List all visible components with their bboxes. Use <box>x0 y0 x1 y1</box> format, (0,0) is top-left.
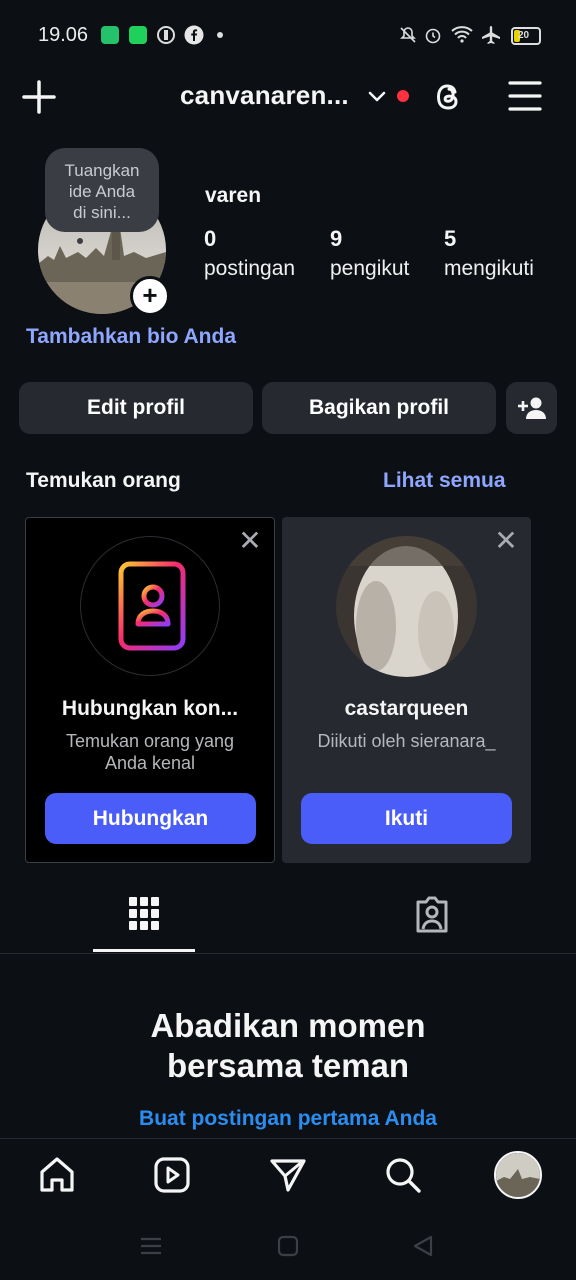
suggested-user-avatar[interactable] <box>336 536 477 677</box>
card-subtitle-line: Anda kenal <box>104 753 196 773</box>
unread-dot-icon <box>397 90 409 102</box>
card-subtitle-line: Temukan orang yang <box>65 731 235 751</box>
empty-state-title: Abadikan momen bersama teman <box>0 1006 576 1086</box>
threads-icon[interactable] <box>431 79 465 115</box>
follow-button[interactable]: Ikuti <box>301 793 512 844</box>
discover-title: Temukan orang <box>26 469 181 492</box>
tooltip-line: ide Anda <box>68 182 136 201</box>
reels-icon[interactable] <box>153 1156 191 1194</box>
empty-state-line: bersama teman <box>166 1047 410 1084</box>
create-first-post-link[interactable]: Buat postingan pertama Anda <box>0 1107 576 1131</box>
card-subtitle-contacts: Temukan orang yang Anda kenal <box>25 730 275 774</box>
close-icon[interactable]: ✕ <box>237 527 263 555</box>
tooltip-line: di sini... <box>73 203 131 222</box>
connect-button[interactable]: Hubungkan <box>45 793 256 844</box>
system-nav-bar <box>0 1214 576 1280</box>
add-story-plus-icon[interactable]: + <box>130 276 170 316</box>
home-square-icon[interactable] <box>277 1235 299 1257</box>
empty-state-line: Abadikan momen <box>150 1007 426 1044</box>
home-icon[interactable] <box>38 1156 76 1194</box>
status-time: 19.06 <box>38 24 89 46</box>
recents-menu-icon[interactable] <box>140 1236 162 1256</box>
back-triangle-icon[interactable] <box>412 1234 434 1258</box>
status-bar: 19.06 20 <box>0 0 576 64</box>
active-tab-indicator <box>93 949 195 952</box>
notification-dot-icon <box>217 32 223 38</box>
share-profile-label: Bagikan profil <box>308 396 450 419</box>
wifi-icon <box>451 26 473 43</box>
see-all-link[interactable]: Lihat semua <box>383 469 506 493</box>
edit-profile-label: Edit profil <box>87 396 185 419</box>
username-title[interactable]: canvanaren... <box>180 80 349 111</box>
mute-icon <box>400 27 416 43</box>
card-title-contacts: Hubungkan kon... <box>61 697 239 720</box>
connect-label: Hubungkan <box>92 806 209 830</box>
posts-count: 0 <box>204 226 217 251</box>
follow-label: Ikuti <box>384 806 429 830</box>
edit-profile-button[interactable]: Edit profil <box>19 382 253 434</box>
media-icon <box>157 26 175 44</box>
app-notification-icon <box>101 26 119 44</box>
add-person-icon <box>517 397 546 419</box>
alarm-icon <box>425 28 441 44</box>
share-profile-button[interactable]: Bagikan profil <box>262 382 496 434</box>
battery-icon: 20 <box>511 27 541 45</box>
close-icon[interactable]: ✕ <box>493 527 519 555</box>
send-icon[interactable] <box>269 1156 307 1194</box>
contacts-book-icon <box>113 561 186 651</box>
posts-label: postingan <box>204 257 296 280</box>
following-count[interactable]: 5 <box>444 226 456 252</box>
chevron-down-icon[interactable] <box>368 90 386 104</box>
plus-icon[interactable] <box>22 80 56 114</box>
grid-icon[interactable] <box>128 896 160 932</box>
battery-level: 20 <box>518 30 530 41</box>
display-name: varen <box>205 184 262 207</box>
note-tooltip[interactable]: Tuangkan ide Anda di sini... <box>45 148 159 232</box>
app-notification-icon <box>129 26 147 44</box>
search-icon[interactable] <box>384 1156 422 1194</box>
tabs-divider <box>0 953 576 954</box>
add-bio-link[interactable]: Tambahkan bio Anda <box>26 325 236 349</box>
card-subtitle-user: Diikuti oleh sieranara_ <box>317 731 496 751</box>
followers-count[interactable]: 9 <box>330 226 342 252</box>
airplane-icon <box>482 26 500 44</box>
card-title-user[interactable]: castarqueen <box>282 697 531 721</box>
menu-icon[interactable] <box>508 80 542 112</box>
tagged-icon[interactable] <box>414 896 450 934</box>
discover-people-button[interactable] <box>506 382 557 434</box>
tooltip-dot <box>77 238 83 244</box>
bottom-nav <box>0 1138 576 1215</box>
tooltip-line: Tuangkan <box>64 161 140 180</box>
followers-label[interactable]: pengikut <box>330 257 409 281</box>
facebook-icon <box>184 25 204 45</box>
following-label[interactable]: mengikuti <box>444 257 534 281</box>
profile-tab-avatar[interactable] <box>494 1151 542 1199</box>
